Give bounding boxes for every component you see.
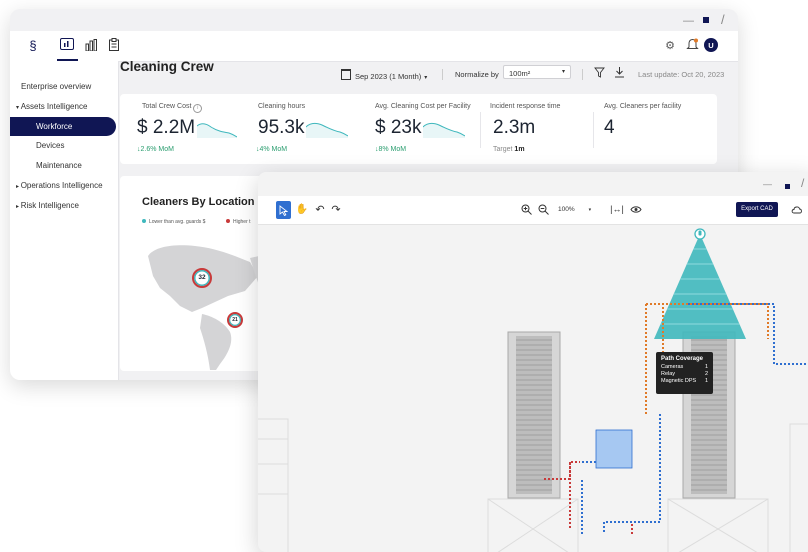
metric-incident-response-time: Incident response time 2.3m Target 1m: [490, 94, 600, 164]
map-marker[interactable]: 21: [227, 312, 243, 328]
zoom-in-icon[interactable]: [520, 203, 532, 215]
window-titlebar: — /: [10, 9, 738, 31]
sidebar-item-enterprise-overview[interactable]: Enterprise overview: [21, 82, 91, 91]
tooltip-title: Path Coverage: [661, 356, 704, 362]
chevron-down-icon: ▾: [424, 75, 428, 81]
metric-avg-cleaners: Avg. Cleaners per facility 4: [604, 94, 714, 164]
metric-delta: ↓4% MoM: [256, 146, 288, 153]
dashboard-icon[interactable]: [60, 38, 74, 50]
top-navigation: § ⚙ U: [10, 31, 738, 62]
sparkline: [306, 122, 348, 138]
metric-value: 4: [604, 117, 615, 138]
download-icon[interactable]: [614, 66, 625, 78]
notification-bell-icon[interactable]: [685, 37, 699, 51]
tooltip-row: Cameras 1: [661, 364, 708, 370]
selected-zone[interactable]: [595, 429, 633, 469]
metric-label: Avg. Cleaners per facility: [604, 103, 682, 110]
maximize-icon[interactable]: [785, 180, 790, 192]
page-title: Cleaning Crew: [120, 59, 214, 74]
chevron-down-icon: ▾: [561, 69, 565, 75]
sidebar-item-assets-intelligence[interactable]: ▾ Assets Intelligence: [16, 102, 87, 111]
normalize-select[interactable]: 100m² ▾: [503, 65, 571, 79]
minimize-icon[interactable]: —: [763, 179, 772, 189]
metric-value: $ 2.2M: [137, 117, 196, 138]
close-icon[interactable]: /: [721, 12, 725, 27]
eye-icon[interactable]: [630, 203, 642, 215]
filter-icon[interactable]: [594, 67, 605, 78]
cloud-icon[interactable]: [791, 203, 803, 215]
path-coverage-tooltip: Path Coverage Cameras 1 Relay 2 Magnetic D…: [656, 352, 713, 394]
divider: [480, 112, 481, 148]
sidebar-item-risk-intelligence[interactable]: ▸ Risk Intelligence: [16, 201, 79, 210]
metric-label: Incident response time: [490, 103, 561, 110]
metric-value: 2.3m: [493, 117, 536, 138]
metric-label: Avg. Cleaning Cost per Facility: [375, 103, 471, 110]
hand-tool-icon[interactable]: ✋: [296, 203, 308, 215]
sparkline: [423, 122, 465, 138]
clipboard-icon[interactable]: [108, 37, 120, 51]
date-range-picker[interactable]: Sep 2023 (1 Month) ▾: [341, 69, 427, 81]
world-map: [148, 245, 270, 370]
metrics-panel: Total Crew Cost i $ 2.2M ↓2.6% MoM Clean…: [120, 94, 717, 164]
minimize-icon[interactable]: —: [683, 15, 694, 27]
metric-label: Cleaning hours: [258, 103, 306, 110]
zoom-level[interactable]: 100% ▾: [558, 206, 591, 213]
metric-delta: ↓2.6% MoM: [137, 146, 174, 153]
legend-dot: [142, 219, 146, 223]
sparkline: [197, 123, 237, 138]
app-logo-icon[interactable]: §: [25, 37, 41, 53]
sidebar-item-maintenance[interactable]: Maintenance: [36, 161, 82, 170]
bar-chart-icon[interactable]: [84, 38, 98, 51]
cad-toolbar: ✋ ↶ ↷ 100% ▾ |↔| Export CAD: [258, 196, 808, 225]
floor-plan-canvas: [258, 228, 808, 552]
measure-icon[interactable]: |↔|: [610, 203, 624, 215]
settings-icon[interactable]: ⚙: [664, 39, 676, 52]
cleaners-by-location-panel: Cleaners By Location Lower than avg. gua…: [120, 176, 270, 371]
tooltip-row: Relay 2: [661, 371, 708, 377]
sidebar: Enterprise overview ▾ Assets Intelligenc…: [10, 61, 119, 380]
zoom-out-icon[interactable]: [537, 203, 549, 215]
cad-window: — / ✋ ↶ ↷ 100% ▾ |↔| Export CAD Path Cov…: [258, 172, 808, 552]
metric-cleaning-hours: Cleaning hours 95.3k ↓4% MoM: [256, 94, 368, 164]
chevron-down-icon: ▾: [588, 207, 592, 213]
window-titlebar: — /: [258, 172, 808, 196]
divider: [593, 112, 594, 148]
close-icon[interactable]: /: [801, 176, 804, 190]
maximize-icon[interactable]: [703, 14, 709, 26]
legend-dot: [226, 219, 230, 223]
normalize-label: Normalize by: [455, 70, 499, 79]
legend-lower: Lower than avg. guards $: [142, 219, 205, 225]
metric-avg-cleaning-cost: Avg. Cleaning Cost per Facility $ 23k ↓8…: [375, 94, 485, 164]
sidebar-item-operations-intelligence[interactable]: ▸ Operations Intelligence: [16, 181, 103, 190]
export-cad-button[interactable]: Export CAD: [736, 202, 778, 217]
metric-value: $ 23k: [375, 117, 422, 138]
redo-icon[interactable]: ↷: [330, 203, 342, 216]
last-update: Last update: Oct 20, 2023: [638, 70, 725, 79]
pointer-tool-icon[interactable]: [276, 201, 291, 219]
metric-total-crew-cost: Total Crew Cost i $ 2.2M ↓2.6% MoM: [137, 94, 252, 164]
metric-label: Total Crew Cost i: [142, 103, 203, 113]
panel-title: Cleaners By Location: [142, 196, 255, 208]
metric-delta: ↓8% MoM: [375, 146, 407, 153]
metric-value: 95.3k: [258, 117, 305, 138]
divider: [442, 69, 443, 80]
metric-target: Target 1m: [493, 146, 525, 153]
divider: [582, 69, 583, 80]
tooltip-row: Magnetic DPS 1: [661, 378, 708, 384]
calendar-icon: [341, 69, 351, 80]
camera-coverage-cone: [654, 234, 746, 339]
undo-icon[interactable]: ↶: [314, 203, 326, 216]
sidebar-item-workforce[interactable]: Workforce: [10, 117, 116, 136]
map-marker[interactable]: 32: [192, 268, 212, 288]
sidebar-item-devices[interactable]: Devices: [36, 141, 64, 150]
legend-higher: Higher t: [226, 219, 251, 225]
user-avatar[interactable]: U: [704, 38, 718, 52]
camera-icon[interactable]: [694, 228, 706, 240]
info-icon[interactable]: i: [193, 104, 203, 113]
path-red: [569, 462, 633, 536]
